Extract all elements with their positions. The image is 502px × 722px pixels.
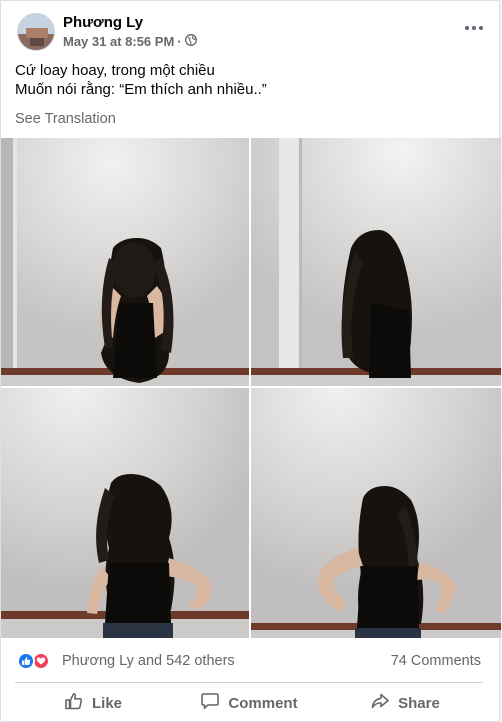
photo-1[interactable] bbox=[1, 138, 249, 386]
action-bar: Like Comment Share bbox=[15, 685, 483, 721]
dot-icon bbox=[472, 26, 476, 30]
meta-separator: · bbox=[177, 34, 182, 49]
like-icon bbox=[17, 652, 35, 670]
post-meta: May 31 at 8:56 PM · bbox=[63, 34, 197, 49]
photo-3[interactable] bbox=[1, 388, 249, 638]
comment-button[interactable]: Comment bbox=[171, 685, 327, 721]
share-label: Share bbox=[398, 694, 440, 712]
avatar[interactable] bbox=[17, 13, 55, 51]
post-card: Phương Ly May 31 at 8:56 PM · Cứ loay ho… bbox=[0, 0, 501, 722]
reaction-summary[interactable]: Phương Ly and 542 others bbox=[62, 653, 235, 669]
photo-4[interactable] bbox=[251, 388, 501, 638]
comment-label: Comment bbox=[228, 694, 298, 712]
comments-count[interactable]: 74 Comments bbox=[391, 653, 481, 669]
post-text-line: Cứ loay hoay, trong một chiều bbox=[15, 62, 215, 79]
reaction-icons bbox=[17, 652, 57, 670]
comment-icon bbox=[200, 691, 220, 715]
post-header: Phương Ly May 31 at 8:56 PM · bbox=[15, 11, 485, 53]
like-label: Like bbox=[91, 694, 122, 712]
photo-2[interactable] bbox=[251, 138, 501, 386]
dot-icon bbox=[465, 26, 469, 30]
globe-icon bbox=[184, 34, 197, 49]
dot-icon bbox=[479, 26, 483, 30]
share-icon bbox=[370, 691, 390, 715]
post-text: Cứ loay hoay, trong một chiều Muốn nói r… bbox=[15, 61, 267, 99]
share-button[interactable]: Share bbox=[327, 685, 483, 721]
actions-divider bbox=[15, 682, 483, 683]
photo-grid bbox=[1, 138, 501, 638]
author-name[interactable]: Phương Ly bbox=[63, 14, 143, 31]
like-button[interactable]: Like bbox=[15, 685, 171, 721]
thumbs-up-icon bbox=[64, 691, 84, 715]
more-options-button[interactable] bbox=[463, 21, 485, 35]
reactions-bar[interactable]: Phương Ly and 542 others 74 Comments bbox=[17, 650, 481, 672]
post-text-line: Muốn nói rằng: “Em thích anh nhiều..” bbox=[15, 81, 267, 98]
post-timestamp[interactable]: May 31 at 8:56 PM bbox=[63, 34, 174, 49]
see-translation-link[interactable]: See Translation bbox=[15, 111, 116, 127]
